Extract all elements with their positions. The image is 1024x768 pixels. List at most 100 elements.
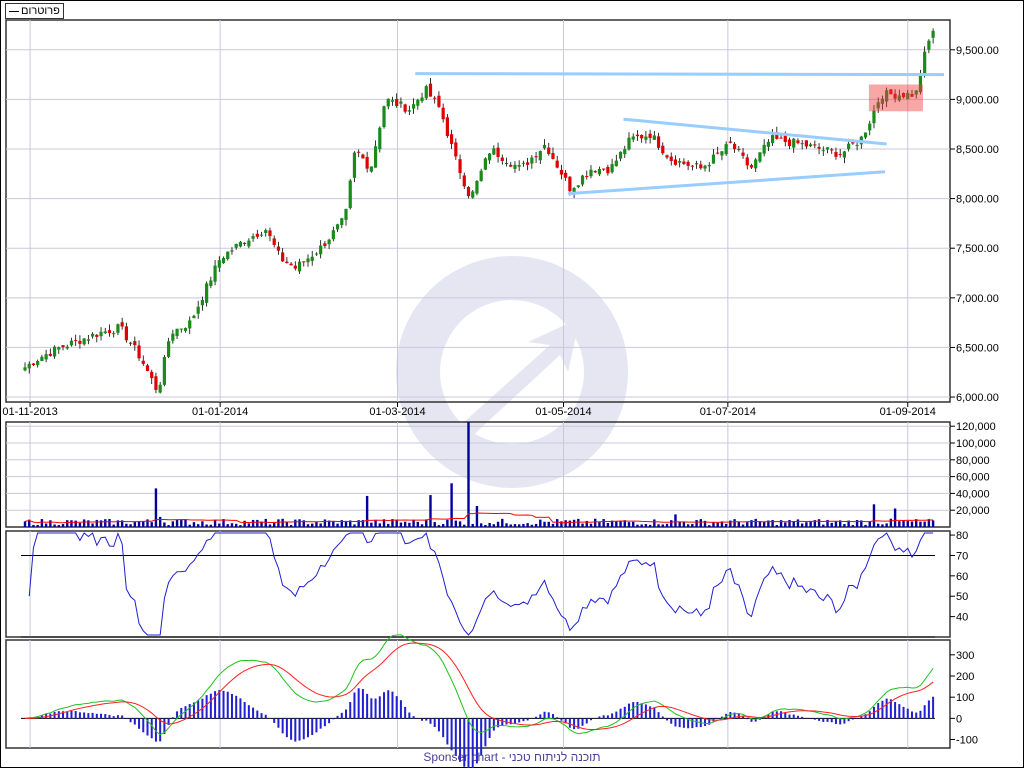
candle-body (373, 146, 378, 168)
candle-body (568, 176, 572, 192)
candle-body (407, 110, 411, 112)
candle-body (188, 320, 192, 329)
macd-histogram-bar (349, 702, 352, 719)
macd-histogram-bar (518, 718, 521, 723)
macd-histogram-bar (340, 712, 343, 719)
volume-bar (889, 518, 893, 527)
y-tick-label: 100,000 (956, 438, 996, 450)
candle-body (699, 164, 703, 169)
candle-body (44, 354, 48, 360)
x-tick-label: 01-11-2013 (2, 406, 57, 418)
macd-histogram-bar (801, 716, 804, 719)
volume-bar (243, 520, 246, 527)
volume-bar (805, 522, 808, 527)
macd-histogram-bar (74, 711, 77, 719)
macd-histogram-bar (796, 715, 799, 719)
macd-histogram-bar (281, 718, 284, 734)
candle-body (272, 238, 276, 245)
volume-bar (171, 521, 175, 527)
candle-body (580, 175, 585, 185)
candle-body (255, 233, 259, 237)
volume-bar (125, 523, 128, 527)
symbol-legend[interactable]: פרוטרום (5, 3, 64, 19)
macd-histogram-bar (66, 711, 69, 719)
volume-bar (754, 518, 757, 527)
volume-bar (150, 522, 153, 527)
volume-bar (32, 524, 35, 527)
macd-histogram-bar (83, 712, 86, 719)
volume-bar (49, 520, 52, 527)
macd-histogram-bar (104, 714, 107, 719)
x-tick-label: 01-03-2014 (369, 406, 425, 418)
volume-bar (374, 520, 377, 527)
macd-histogram-bar (129, 718, 132, 723)
candle-body (716, 152, 720, 154)
candle-body (445, 117, 449, 137)
candle-body (686, 161, 690, 166)
candle-body (838, 154, 842, 156)
macd-histogram-bar (180, 707, 183, 719)
macd-histogram-bar (666, 718, 669, 721)
candle-body (635, 134, 640, 137)
macd-histogram-bar (788, 714, 791, 719)
volume-bar (691, 523, 694, 527)
volume-bar (53, 524, 56, 527)
macd-histogram-bar (860, 716, 863, 719)
candle-body (158, 384, 162, 393)
macd-histogram-bar (91, 712, 94, 719)
y-tick-label: 8,000.00 (956, 194, 999, 206)
volume-bar (36, 524, 39, 527)
macd-histogram-bar (142, 718, 145, 733)
macd-histogram-bar (378, 696, 381, 719)
macd-histogram-bar (78, 712, 81, 719)
volume-bar (674, 514, 677, 527)
volume-bar (323, 519, 327, 527)
candle-body (500, 157, 504, 161)
candle-body (656, 136, 661, 148)
candle-body (344, 208, 348, 220)
volume-bar (378, 523, 381, 527)
volume-bar (526, 523, 529, 527)
volume-bar (851, 525, 855, 527)
candle-body (319, 245, 323, 255)
volume-bar (682, 521, 686, 527)
volume-bar (733, 519, 736, 527)
candle-body (264, 229, 268, 233)
volume-bar (843, 524, 846, 527)
volume-bar (746, 522, 749, 527)
volume-bar (555, 519, 559, 527)
volume-bar (822, 524, 825, 527)
macd-histogram-bar (649, 706, 652, 719)
candle-body (124, 326, 128, 341)
macd-histogram-bar (256, 710, 259, 719)
candle-body (513, 164, 517, 169)
volume-bar (594, 518, 597, 527)
candle-body (720, 151, 724, 156)
candle-body (251, 236, 255, 239)
volume-bar (564, 520, 567, 527)
candle-body (732, 143, 737, 150)
candle-body (424, 86, 428, 99)
candle-body (631, 136, 635, 140)
candle-body (872, 110, 876, 124)
volume-bar (61, 524, 65, 527)
volume-bar (188, 524, 191, 527)
trend-line (623, 117, 887, 146)
volume-bar (403, 521, 407, 527)
volume-bar (78, 522, 82, 527)
candle-body (830, 149, 834, 151)
macd-histogram-bar (230, 693, 233, 719)
macd-histogram-bar (226, 691, 229, 719)
x-tick-label: 01-01-2014 (192, 406, 248, 418)
macd-histogram-bar (235, 695, 238, 719)
volume-bar (699, 519, 703, 527)
macd-histogram-bar (919, 710, 922, 719)
candle-body (99, 331, 103, 337)
candle-body (585, 175, 589, 177)
macd-histogram-bar (585, 718, 588, 724)
macd-histogram-bar (674, 718, 677, 727)
volume-bar (336, 523, 339, 527)
volume-bar (256, 519, 259, 527)
volume-bar (627, 522, 631, 527)
macd-histogram-bar (573, 718, 576, 730)
